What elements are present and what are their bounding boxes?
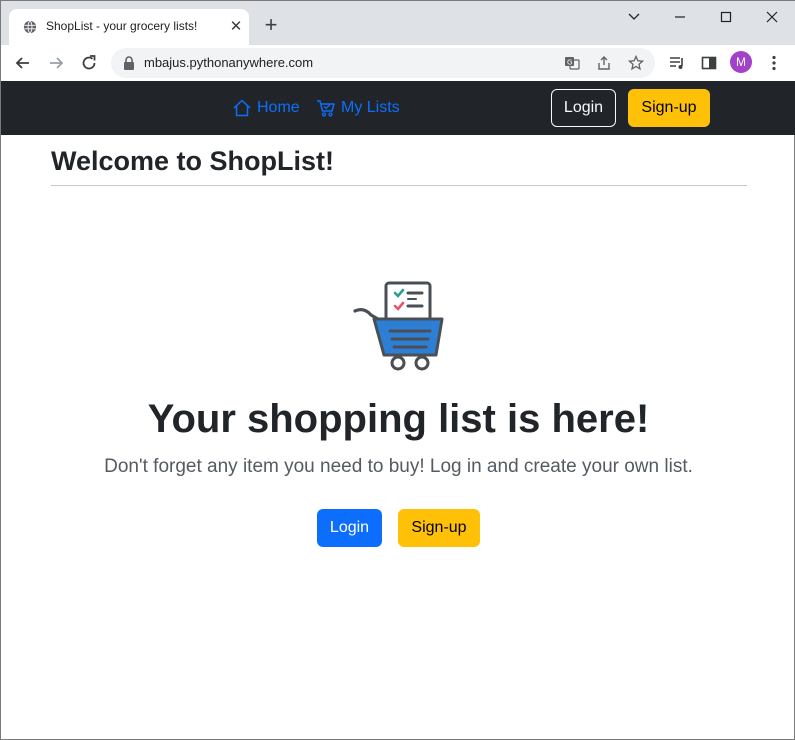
forward-icon[interactable] — [46, 53, 66, 73]
lock-icon[interactable] — [123, 56, 135, 70]
globe-icon — [23, 20, 37, 34]
minimize-icon[interactable] — [669, 7, 691, 27]
browser-tab[interactable]: ShopList - your grocery lists! ✕ — [9, 9, 249, 45]
house-icon — [233, 99, 251, 117]
shopping-cart-list-icon — [353, 281, 444, 371]
tab-title: ShopList - your grocery lists! — [46, 19, 198, 33]
nav-signup-button[interactable]: Sign-up — [628, 89, 710, 127]
browser-toolbar: mbajus.pythonanywhere.com G M — [1, 45, 795, 81]
title-divider — [51, 185, 747, 186]
sidepanel-icon[interactable] — [699, 53, 719, 73]
back-icon[interactable] — [13, 53, 33, 73]
tab-close-button[interactable]: ✕ — [227, 18, 245, 36]
site-navbar: Home My Lists Login Sign-up — [1, 81, 795, 135]
close-icon[interactable] — [761, 7, 783, 27]
hero-lead: Don't forget any item you need to buy! L… — [104, 456, 693, 477]
nav-mylists-link[interactable]: My Lists — [316, 98, 400, 118]
new-tab-button[interactable]: + — [261, 14, 281, 36]
reload-icon[interactable] — [79, 53, 99, 73]
browser-tabstrip: ShopList - your grocery lists! ✕ + — [1, 1, 795, 45]
login-button[interactable]: Login — [317, 509, 382, 547]
translate-icon[interactable]: G — [564, 55, 580, 71]
nav-home-link[interactable]: Home — [232, 98, 300, 118]
share-icon[interactable] — [596, 55, 612, 71]
page-title: Welcome to ShopList! — [51, 146, 335, 176]
maximize-icon[interactable] — [715, 7, 737, 27]
signup-button[interactable]: Sign-up — [398, 509, 480, 547]
svg-text:G: G — [567, 59, 572, 67]
menu-icon[interactable] — [764, 53, 784, 73]
chevron-down-icon[interactable] — [623, 7, 645, 27]
nav-home-label: Home — [257, 99, 300, 116]
nav-login-button[interactable]: Login — [551, 89, 616, 127]
profile-avatar[interactable]: M — [730, 51, 752, 73]
url-text[interactable]: mbajus.pythonanywhere.com — [144, 55, 313, 70]
cart-icon — [317, 100, 335, 117]
address-bar[interactable]: mbajus.pythonanywhere.com G — [111, 48, 655, 78]
nav-mylists-label: My Lists — [341, 99, 400, 116]
star-icon[interactable] — [628, 55, 644, 71]
media-icon[interactable] — [667, 53, 687, 73]
hero-title: Your shopping list is here! — [147, 397, 650, 441]
